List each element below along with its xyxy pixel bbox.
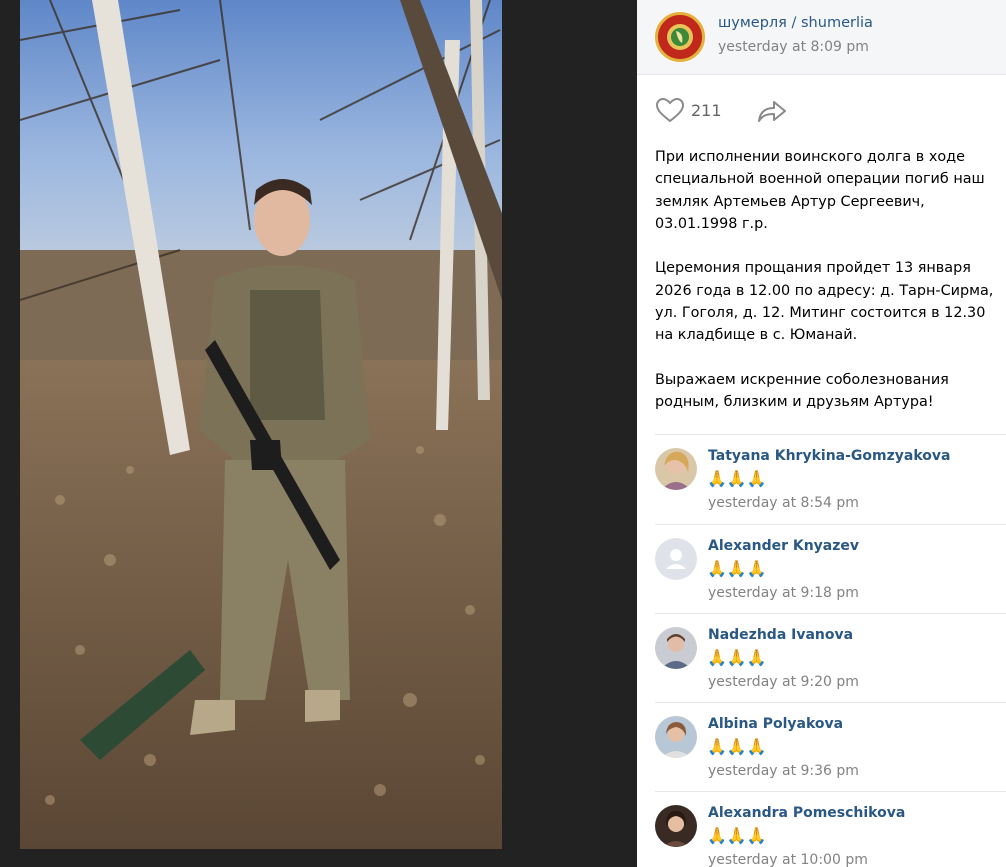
photo-viewer [0,0,637,867]
comment-timestamp[interactable]: yesterday at 9:36 pm [708,763,859,779]
share-button[interactable] [757,99,787,127]
comment-author[interactable]: Albina Polyakova [708,716,843,732]
avatar-photo-icon [655,716,697,758]
comment-text: 🙏🙏🙏 [707,559,767,578]
default-user-icon [655,538,697,580]
comment-item: Alexander Knyazev 🙏🙏🙏 yesterday at 9:18 … [655,525,1006,614]
like-button[interactable]: 211 [655,97,722,123]
post-header: шумерля / shumerlia yesterday at 8:09 pm [637,0,1006,75]
comment-timestamp[interactable]: yesterday at 10:00 pm [708,852,868,867]
photo-illustration [20,0,502,849]
comments-list: Tatyana Khrykina-Gomzyakova 🙏🙏🙏 yesterda… [655,434,1006,867]
comment-author[interactable]: Nadezhda Ivanova [708,627,853,643]
comment-item: Tatyana Khrykina-Gomzyakova 🙏🙏🙏 yesterda… [655,435,1006,525]
post-timestamp[interactable]: yesterday at 8:09 pm [718,39,869,55]
comment-text: 🙏🙏🙏 [707,826,767,845]
comment-author[interactable]: Alexandra Pomeschikova [708,805,905,821]
commenter-avatar[interactable] [655,716,697,758]
comment-item: Alexandra Pomeschikova 🙏🙏🙏 yesterday at … [655,792,1006,867]
post-author-link[interactable]: шумерля / shumerlia [718,15,873,31]
comment-text: 🙏🙏🙏 [707,469,767,488]
commenter-avatar[interactable] [655,627,697,669]
post-panel: шумерля / shumerlia yesterday at 8:09 pm… [637,0,1006,867]
like-count: 211 [691,100,722,120]
comment-item: Albina Polyakova 🙏🙏🙏 yesterday at 9:36 p… [655,703,1006,792]
avatar-photo-icon [655,805,697,847]
heart-icon [655,97,685,123]
comment-timestamp[interactable]: yesterday at 9:18 pm [708,585,859,601]
comment-timestamp[interactable]: yesterday at 9:20 pm [708,674,859,690]
post-paragraph: Выражаем искренние соболезнования родным… [655,371,949,411]
comment-text: 🙏🙏🙏 [707,737,767,756]
community-avatar[interactable] [655,12,705,62]
commenter-avatar[interactable] [655,538,697,580]
share-arrow-icon [758,101,786,122]
comment-timestamp[interactable]: yesterday at 8:54 pm [708,495,859,511]
community-logo-icon [658,15,702,59]
commenter-avatar[interactable] [655,805,697,847]
comment-author[interactable]: Alexander Knyazev [708,538,859,554]
comment-author[interactable]: Tatyana Khrykina-Gomzyakova [708,448,950,464]
post-text: При исполнении воинского долга в ходе сп… [655,146,1003,414]
avatar-photo-icon [655,627,697,669]
comment-text: 🙏🙏🙏 [707,648,767,667]
post-photo[interactable] [20,0,502,849]
avatar-photo-icon [655,448,697,490]
post-paragraph: Церемония прощания пройдет 13 января 202… [655,260,994,344]
commenter-avatar[interactable] [655,448,697,490]
comment-item: Nadezhda Ivanova 🙏🙏🙏 yesterday at 9:20 p… [655,614,1006,703]
post-actions: 211 [637,75,1006,145]
post-paragraph: При исполнении воинского долга в ходе сп… [655,149,985,232]
